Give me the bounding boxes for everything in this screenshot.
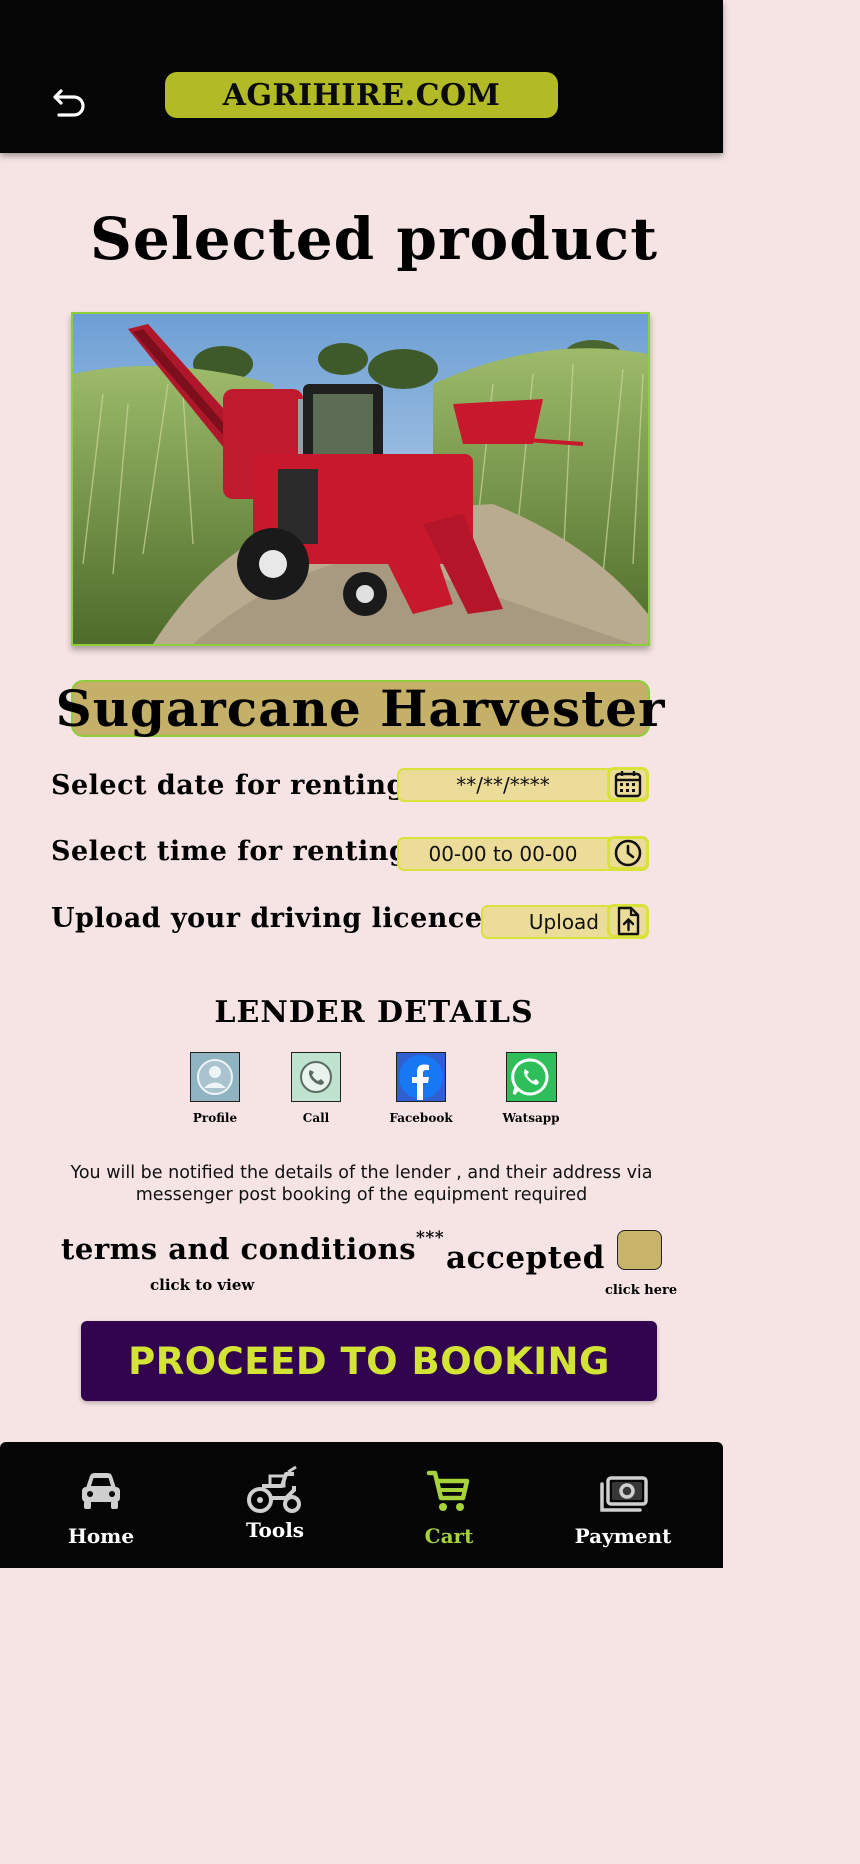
- contact-facebook[interactable]: Facebook: [376, 1052, 466, 1125]
- facebook-tile[interactable]: [396, 1052, 446, 1102]
- lender-notice: You will be notified the details of the …: [70, 1163, 653, 1205]
- money-icon: [600, 1476, 648, 1512]
- product-name: Sugarcane Harvester: [55, 679, 666, 738]
- profile-icon: [197, 1059, 233, 1095]
- click-to-view-link[interactable]: click to view: [150, 1276, 254, 1294]
- time-field[interactable]: 00-00 to 00-00: [397, 836, 649, 871]
- phone-icon: [300, 1061, 332, 1093]
- contact-whatsapp[interactable]: Watsapp: [486, 1052, 576, 1125]
- tractor-icon: [247, 1465, 301, 1513]
- page-title: Selected product: [89, 205, 659, 273]
- nav-item-cart[interactable]: Cart: [379, 1442, 519, 1568]
- nav-item-tools[interactable]: Tools: [205, 1442, 345, 1568]
- calendar-icon: [614, 771, 642, 798]
- clock-icon: [614, 839, 642, 867]
- whatsapp-icon: [511, 1058, 549, 1096]
- date-label: Select date for renting: [51, 770, 406, 801]
- nav-label-payment: Payment: [574, 1524, 672, 1548]
- click-here-label: click here: [605, 1283, 678, 1298]
- terms-marker: ***: [416, 1228, 445, 1248]
- calendar-button[interactable]: [607, 767, 649, 801]
- lender-details-title: LENDER DETAILS: [214, 995, 534, 1030]
- call-tile[interactable]: [291, 1052, 341, 1102]
- contact-profile[interactable]: Profile: [170, 1052, 260, 1125]
- bottom-nav: Home Tools Cart Payment: [0, 1442, 723, 1568]
- brand-title: AGRIHIRE.COM: [165, 72, 558, 118]
- upload-icon-button[interactable]: [607, 904, 649, 938]
- file-upload-icon: [617, 906, 640, 936]
- nav-item-home[interactable]: Home: [31, 1442, 171, 1568]
- date-field[interactable]: **/**/****: [397, 767, 649, 802]
- top-bar: AGRIHIRE.COM: [0, 0, 723, 153]
- nav-label-cart: Cart: [424, 1524, 474, 1548]
- upload-button[interactable]: Upload: [481, 904, 649, 939]
- nav-label-tools: Tools: [245, 1518, 305, 1542]
- terms-text: terms and conditions: [61, 1232, 417, 1266]
- contact-label: Watsapp: [502, 1111, 560, 1125]
- contact-label: Facebook: [389, 1111, 453, 1125]
- product-image: [71, 312, 650, 646]
- whatsapp-tile[interactable]: [505, 1052, 557, 1102]
- back-button[interactable]: [50, 82, 90, 122]
- proceed-to-booking-button[interactable]: PROCEED TO BOOKING: [81, 1321, 657, 1401]
- undo-arrow-icon: [53, 89, 85, 117]
- cart-icon: [426, 1470, 470, 1511]
- nav-label-home: Home: [67, 1524, 135, 1548]
- date-value: **/**/****: [456, 773, 550, 797]
- terms-checkbox[interactable]: [617, 1230, 662, 1270]
- contact-label: Profile: [192, 1111, 238, 1125]
- contact-label: Call: [302, 1111, 330, 1125]
- licence-label: Upload your driving licence: [51, 903, 483, 934]
- terms-link[interactable]: terms and conditions***: [61, 1228, 444, 1266]
- nav-item-payment[interactable]: Payment: [553, 1442, 693, 1568]
- time-label: Select time for renting: [51, 836, 409, 867]
- profile-tile[interactable]: [190, 1052, 240, 1102]
- accepted-label: accepted: [446, 1240, 605, 1276]
- time-value: 00-00 to 00-00: [428, 842, 578, 866]
- car-icon: [82, 1473, 120, 1509]
- facebook-icon: [399, 1055, 443, 1100]
- contact-call[interactable]: Call: [271, 1052, 361, 1125]
- upload-label: Upload: [528, 910, 599, 934]
- clock-button[interactable]: [607, 836, 649, 870]
